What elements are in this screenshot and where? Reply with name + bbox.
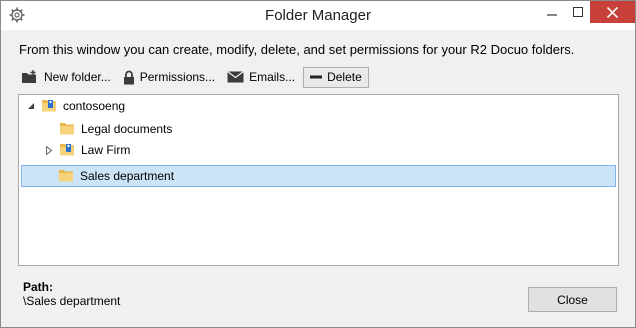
permissions-button[interactable]: Permissions...	[119, 66, 219, 88]
shared-folder-icon	[59, 141, 75, 160]
minimize-icon	[547, 14, 557, 16]
minimize-button[interactable]	[539, 1, 565, 23]
description-text: From this window you can create, modify,…	[19, 42, 575, 57]
tree-node-label: Law Firm	[81, 143, 131, 157]
maximize-button[interactable]	[565, 1, 591, 23]
tree-node-label: Sales department	[80, 169, 175, 183]
title-bar: Folder Manager	[1, 1, 635, 30]
shared-folder-icon	[41, 97, 57, 116]
tree-node-legal-documents[interactable]: Legal documents	[43, 118, 172, 140]
collapse-arrow-icon[interactable]	[25, 100, 37, 112]
folder-tree[interactable]: contosoeng Legal documents Law Firm Sale…	[18, 94, 619, 266]
folder-icon	[58, 167, 74, 186]
delete-label: Delete	[327, 70, 362, 84]
lock-icon	[123, 70, 134, 84]
tree-node-root[interactable]: contosoeng	[25, 95, 125, 117]
envelope-icon	[227, 71, 244, 83]
new-folder-icon	[22, 70, 36, 83]
tree-node-law-firm[interactable]: Law Firm	[43, 139, 130, 161]
tree-node-sales-department[interactable]: Sales department	[21, 165, 616, 187]
close-button[interactable]: Close	[528, 287, 617, 312]
tree-node-label: Legal documents	[81, 122, 173, 136]
folder-manager-window: Folder Manager From this window you can …	[0, 0, 636, 328]
maximize-icon	[573, 7, 583, 17]
new-folder-label: New folder...	[44, 70, 111, 84]
toolbar: New folder... Permissions... Emails... D…	[17, 65, 373, 89]
path-label: Path:	[23, 280, 53, 294]
folder-icon	[59, 120, 75, 139]
path-value: \Sales department	[23, 294, 121, 308]
window-close-button[interactable]	[590, 1, 635, 23]
emails-label: Emails...	[249, 70, 296, 84]
delete-button[interactable]: Delete	[303, 66, 369, 88]
close-icon	[607, 6, 618, 18]
minus-icon	[310, 75, 323, 79]
expand-arrow-icon[interactable]	[43, 144, 55, 156]
emails-button[interactable]: Emails...	[223, 66, 299, 88]
new-folder-button[interactable]: New folder...	[17, 66, 115, 88]
permissions-label: Permissions...	[139, 70, 216, 84]
tree-node-root-label: contosoeng	[63, 99, 126, 113]
